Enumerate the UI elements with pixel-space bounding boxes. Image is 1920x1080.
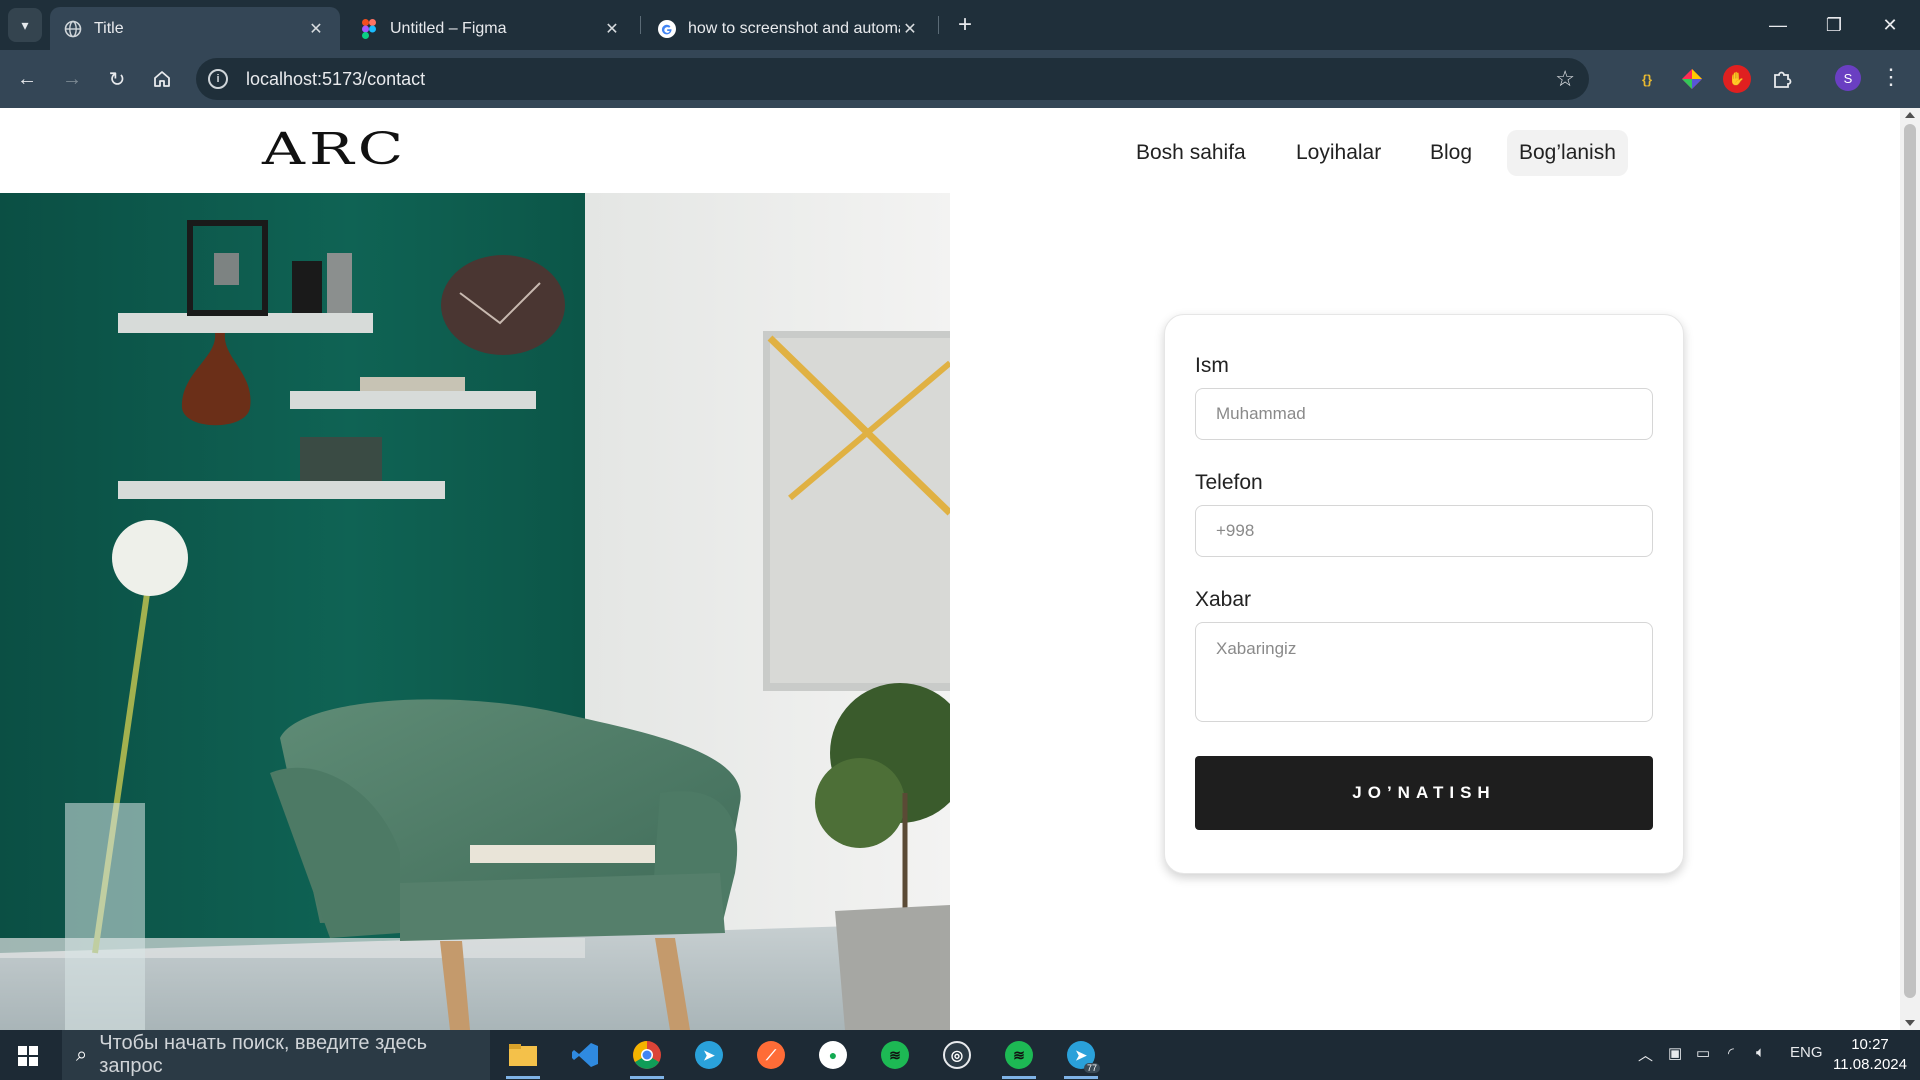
tab-divider [640, 16, 641, 34]
taskbar-clock[interactable]: 10:27 11.08.2024 [1830, 1035, 1910, 1075]
bookmark-star-icon[interactable]: ☆ [1555, 66, 1575, 92]
show-hidden-icons-icon[interactable]: ︿ [1638, 1044, 1653, 1065]
battery-icon[interactable]: ▭ [1696, 1044, 1710, 1062]
page-viewport: ARC Bosh sahifa Loyihalar Blog Bog’lanis… [0, 108, 1900, 1030]
mongodb-compass-icon[interactable]: ● [810, 1035, 856, 1075]
name-label: Ism [1195, 354, 1229, 377]
search-icon: ⌕ [76, 1043, 88, 1066]
tab-label: Title [94, 19, 124, 37]
contact-form-card: Ism Telefon Xabar JO’NATISH [1164, 314, 1684, 874]
clock-time: 10:27 [1851, 1036, 1889, 1053]
nav-home[interactable]: Bosh sahifa [1124, 130, 1258, 176]
scroll-up-icon[interactable] [1905, 112, 1915, 118]
close-icon[interactable]: ✕ [900, 19, 920, 39]
color-picker-icon[interactable] [1678, 65, 1706, 93]
phone-input[interactable] [1195, 505, 1653, 557]
submit-button[interactable]: JO’NATISH [1195, 756, 1653, 830]
language-indicator[interactable]: ENG [1790, 1044, 1823, 1061]
browser-tab-strip: ▾ Title ✕ Untitled – Figma ✕ how to scre… [0, 0, 1920, 50]
telegram-icon[interactable]: ➤ 77 [1058, 1035, 1104, 1079]
globe-icon [64, 20, 82, 38]
back-arrow-icon[interactable]: ← [10, 62, 44, 96]
hero-interior-image [0, 193, 950, 1030]
active-indicator [1002, 1076, 1036, 1079]
clock-date: 11.08.2024 [1833, 1056, 1907, 1073]
spotify-icon[interactable]: ≋ [996, 1035, 1042, 1079]
figma-icon [360, 18, 378, 39]
tab-search-button[interactable]: ▾ [8, 8, 42, 42]
nav-projects[interactable]: Loyihalar [1284, 130, 1393, 176]
json-viewer-icon[interactable]: {} [1633, 65, 1661, 93]
active-indicator [506, 1076, 540, 1079]
restore-icon[interactable]: ❐ [1814, 8, 1854, 42]
scrollbar-thumb[interactable] [1904, 124, 1916, 998]
page-scrollbar[interactable] [1900, 108, 1920, 1030]
message-label: Xabar [1195, 588, 1252, 611]
volume-icon[interactable]: 🔈︎ [1756, 1044, 1765, 1061]
profile-avatar[interactable]: S [1835, 65, 1861, 91]
windows-taskbar: ⌕ Чтобы начать поиск, введите здесь запр… [0, 1030, 1920, 1080]
nav-contact[interactable]: Bog’lanish [1507, 130, 1628, 176]
address-bar[interactable]: i localhost:5173/contact ☆ [196, 58, 1589, 100]
tab-figma[interactable]: Untitled – Figma ✕ [346, 7, 636, 50]
spotify-icon[interactable]: ≋ [872, 1035, 918, 1075]
active-indicator [630, 1076, 664, 1079]
tab-label: Untitled – Figma [390, 19, 507, 37]
tab-divider [938, 16, 939, 34]
telegram-badge: 77 [1083, 1063, 1100, 1073]
browser-menu-icon[interactable]: ⋮ [1880, 64, 1902, 90]
browser-toolbar: ← → ↻ i localhost:5173/contact ☆ {} ✋ S … [0, 50, 1920, 108]
close-icon[interactable]: ✕ [306, 19, 326, 39]
obs-icon[interactable]: ◎ [934, 1035, 980, 1075]
home-icon[interactable] [145, 62, 179, 96]
taskbar-search-box[interactable]: ⌕ Чтобы начать поиск, введите здесь запр… [62, 1030, 490, 1080]
puzzle-icon[interactable] [1768, 65, 1796, 93]
taskbar-search-placeholder: Чтобы начать поиск, введите здесь запрос [99, 1032, 428, 1077]
device-icon[interactable]: ▣ [1668, 1044, 1682, 1062]
active-indicator [1064, 1076, 1098, 1079]
tab-label: how to screenshot and automat [688, 19, 900, 37]
chrome-icon[interactable] [624, 1035, 670, 1079]
site-logo[interactable]: ARC [262, 124, 407, 175]
telegram-icon[interactable]: ➤ [686, 1035, 732, 1075]
forward-arrow-icon[interactable]: → [55, 62, 89, 96]
postman-icon[interactable]: ⟋ [748, 1035, 794, 1075]
message-textarea[interactable] [1195, 622, 1653, 722]
vscode-icon[interactable] [562, 1035, 608, 1075]
tab-google-search[interactable]: how to screenshot and automat ✕ [644, 7, 934, 50]
close-icon[interactable]: ✕ [602, 19, 622, 39]
google-icon [658, 19, 676, 38]
adblock-icon[interactable]: ✋ [1723, 65, 1751, 93]
site-header: ARC Bosh sahifa Loyihalar Blog Bog’lanis… [0, 108, 1900, 193]
nav-blog[interactable]: Blog [1418, 130, 1484, 176]
minimize-icon[interactable]: — [1758, 8, 1798, 42]
window-close-icon[interactable]: ✕ [1870, 8, 1910, 42]
tab-title[interactable]: Title ✕ [50, 7, 340, 50]
name-input[interactable] [1195, 388, 1653, 440]
phone-label: Telefon [1195, 471, 1263, 494]
url-text[interactable]: localhost:5173/contact [246, 69, 425, 90]
file-explorer-icon[interactable] [500, 1035, 546, 1079]
new-tab-plus-icon[interactable]: + [950, 10, 980, 40]
reload-icon[interactable]: ↻ [100, 62, 134, 96]
site-info-icon[interactable]: i [208, 69, 228, 89]
windows-start-icon[interactable] [18, 1046, 38, 1066]
scroll-down-icon[interactable] [1905, 1020, 1915, 1026]
network-icon[interactable]: ◜ [1728, 1044, 1734, 1062]
